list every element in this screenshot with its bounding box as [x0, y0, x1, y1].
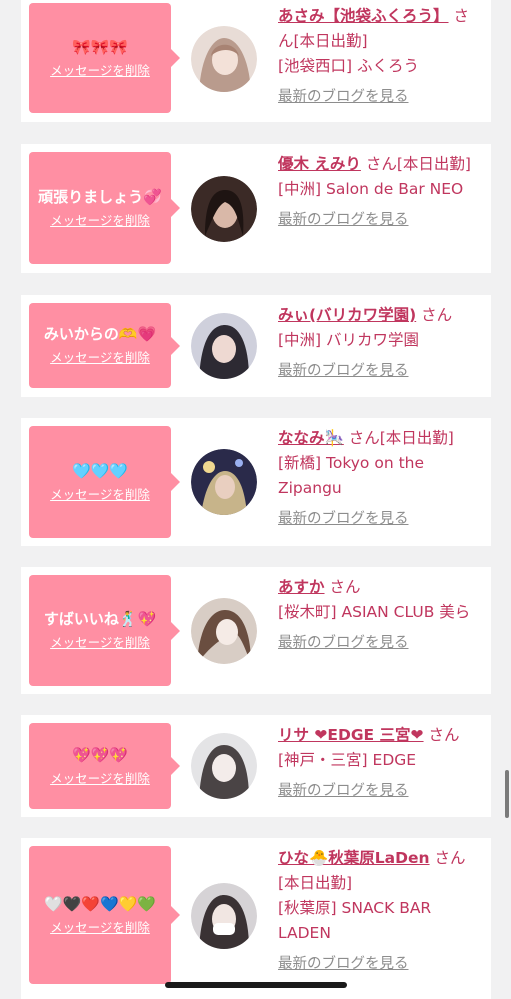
message-text: すばいいね🕺💖: [43, 610, 157, 628]
avatar[interactable]: [191, 313, 257, 379]
girl-info: あさみ【池袋ふくろう】 さん[本日出勤] [池袋西口] ふくろう 最新のブログを…: [278, 4, 484, 110]
girl-info: あすか さん [桜木町] ASIAN CLUB 美ら 最新のブログを見る: [278, 575, 484, 656]
girl-status: さん: [421, 306, 453, 324]
message-bubble: 頑張りましょう💞 メッセージを削除: [29, 152, 180, 264]
latest-blog-link[interactable]: 最新のブログを見る: [278, 507, 484, 532]
avatar[interactable]: [191, 26, 257, 92]
list-item: 💖💖💖 メッセージを削除 リサ ❤EDGE 三宮❤ さん [神戸・三宮] EDG…: [21, 715, 491, 817]
girl-status: さん[本日出勤]: [365, 155, 471, 173]
girl-name-link[interactable]: リサ ❤EDGE 三宮❤: [278, 726, 424, 744]
list-item: みいからの🫶💗 メッセージを削除 みぃ(バリカワ学園) さん [中洲] バリカワ…: [21, 295, 491, 397]
avatar[interactable]: [191, 598, 257, 664]
shop-label: [中洲] バリカワ学園: [278, 331, 420, 349]
latest-blog-link[interactable]: 最新のブログを見る: [278, 952, 484, 977]
girl-status: さん: [428, 726, 460, 744]
girl-info: みぃ(バリカワ学園) さん [中洲] バリカワ学園 最新のブログを見る: [278, 303, 484, 384]
shop-label: [神戸・三宮] EDGE: [278, 751, 417, 769]
favorites-feed: 🎀🎀🎀 メッセージを削除 あさみ【池袋ふくろう】 さん[本日出勤] [池袋西口]…: [0, 0, 511, 999]
delete-message-link[interactable]: メッセージを削除: [50, 486, 150, 504]
latest-blog-link[interactable]: 最新のブログを見る: [278, 208, 484, 233]
message-bubble: 💖💖💖 メッセージを削除: [29, 723, 180, 809]
girl-name-link[interactable]: ひな🐣秋葉原LaDen: [278, 849, 430, 867]
avatar[interactable]: [191, 733, 257, 799]
message-bubble: 🎀🎀🎀 メッセージを削除: [29, 3, 180, 113]
message-text: みいからの🫶💗: [43, 325, 157, 343]
girl-info: ななみ🎠 さん[本日出勤] [新橋] Tokyo on the Zipangu …: [278, 426, 484, 532]
girl-info: 優木 えみり さん[本日出勤] [中洲] Salon de Bar NEO 最新…: [278, 152, 484, 233]
message-text: 頑張りましょう💞: [38, 187, 162, 206]
shop-label: [池袋西口] ふくろう: [278, 57, 420, 75]
message-text: 🩵🩵🩵: [71, 461, 129, 480]
message-text: 🎀🎀🎀: [71, 37, 129, 56]
delete-message-link[interactable]: メッセージを削除: [50, 212, 150, 230]
message-bubble: みいからの🫶💗 メッセージを削除: [29, 303, 180, 388]
shop-label: [新橋] Tokyo on the Zipangu: [278, 454, 425, 497]
girl-name-link[interactable]: 優木 えみり: [278, 155, 361, 173]
girl-name-link[interactable]: ななみ🎠: [278, 429, 344, 447]
girl-name-link[interactable]: あすか: [278, 578, 325, 596]
latest-blog-link[interactable]: 最新のブログを見る: [278, 779, 484, 804]
shop-label: [桜木町] ASIAN CLUB 美ら: [278, 603, 471, 621]
message-text: 💖💖💖: [71, 745, 129, 764]
message-bubble: 🤍🖤❤️💙💛💚 メッセージを削除: [29, 846, 180, 984]
avatar[interactable]: [191, 883, 257, 949]
latest-blog-link[interactable]: 最新のブログを見る: [278, 359, 484, 384]
scrollbar[interactable]: [505, 770, 509, 818]
girl-info: ひな🐣秋葉原LaDen さん[本日出勤] [秋葉原] SNACK BAR LAD…: [278, 846, 484, 977]
delete-message-link[interactable]: メッセージを削除: [50, 634, 150, 652]
avatar[interactable]: [191, 176, 257, 242]
delete-message-link[interactable]: メッセージを削除: [50, 62, 150, 80]
list-item: 🤍🖤❤️💙💛💚 メッセージを削除 ひな🐣秋葉原LaDen さん[本日出勤] [秋…: [21, 838, 491, 999]
home-indicator[interactable]: [165, 982, 347, 988]
list-item: 頑張りましょう💞 メッセージを削除 優木 えみり さん[本日出勤] [中洲] S…: [21, 144, 491, 273]
latest-blog-link[interactable]: 最新のブログを見る: [278, 85, 484, 110]
girl-info: リサ ❤EDGE 三宮❤ さん [神戸・三宮] EDGE 最新のブログを見る: [278, 723, 484, 804]
girl-status: さん: [329, 578, 361, 596]
shop-label: [秋葉原] SNACK BAR LADEN: [278, 899, 432, 942]
delete-message-link[interactable]: メッセージを削除: [50, 919, 150, 937]
latest-blog-link[interactable]: 最新のブログを見る: [278, 631, 484, 656]
message-bubble: すばいいね🕺💖 メッセージを削除: [29, 575, 180, 686]
list-item: 🎀🎀🎀 メッセージを削除 あさみ【池袋ふくろう】 さん[本日出勤] [池袋西口]…: [21, 0, 491, 122]
list-item: すばいいね🕺💖 メッセージを削除 あすか さん [桜木町] ASIAN CLUB…: [21, 567, 491, 694]
girl-status: さん[本日出勤]: [348, 429, 454, 447]
shop-label: [中洲] Salon de Bar NEO: [278, 180, 464, 198]
list-item: 🩵🩵🩵 メッセージを削除 ななみ🎠 さん[本日出勤] [新橋] Tokyo on…: [21, 418, 491, 546]
avatar[interactable]: [191, 449, 257, 515]
message-bubble: 🩵🩵🩵 メッセージを削除: [29, 426, 180, 538]
girl-name-link[interactable]: みぃ(バリカワ学園): [278, 306, 416, 324]
delete-message-link[interactable]: メッセージを削除: [50, 349, 150, 367]
message-text: 🤍🖤❤️💙💛💚: [43, 894, 157, 913]
delete-message-link[interactable]: メッセージを削除: [50, 770, 150, 788]
girl-name-link[interactable]: あさみ【池袋ふくろう】: [278, 7, 449, 25]
